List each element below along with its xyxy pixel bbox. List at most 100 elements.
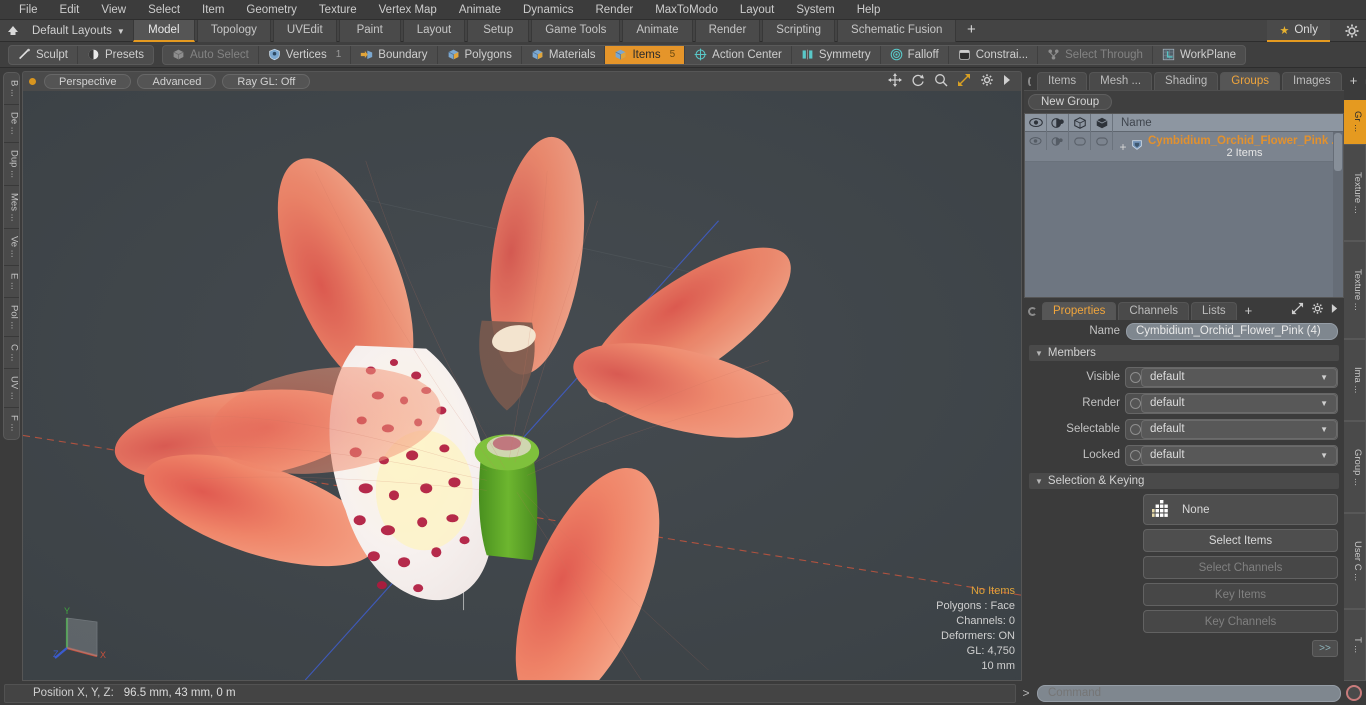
member-dropdown-render[interactable]: default ▼ <box>1125 392 1338 414</box>
new-group-button[interactable]: New Group <box>1028 94 1113 110</box>
expand-more-button[interactable]: >> <box>1312 640 1338 657</box>
button-select-items[interactable]: Select Items <box>1143 529 1338 552</box>
tab-shading[interactable]: Shading <box>1154 72 1219 90</box>
raygl-selector[interactable]: Ray GL: Off <box>222 74 311 89</box>
play-arrow-icon[interactable] <box>1331 303 1338 317</box>
panel-menu-icon[interactable] <box>1028 77 1032 86</box>
left-rail-tab-8[interactable]: UV ... <box>3 369 19 409</box>
tool-button-workplane[interactable]: WorkPlane <box>1153 46 1245 64</box>
tab-channels[interactable]: Channels <box>1118 302 1190 320</box>
row-visibility-toggle[interactable] <box>1025 132 1047 150</box>
menu-item-layout[interactable]: Layout <box>729 0 786 20</box>
left-rail-tab-5[interactable]: E ... <box>3 266 19 298</box>
zoom-icon[interactable] <box>934 73 948 90</box>
left-rail-tab-6[interactable]: Pol ... <box>3 298 19 337</box>
command-input[interactable] <box>1037 684 1341 702</box>
scrollbar-thumb[interactable] <box>1334 133 1342 171</box>
row-render-toggle[interactable] <box>1047 132 1069 150</box>
menu-item-system[interactable]: System <box>785 0 845 20</box>
left-rail-tab-9[interactable]: F ... <box>4 408 19 438</box>
group-row-content[interactable]: + Cymbidium_Orchid_Flower_Pink ... 2 Ite… <box>1113 132 1343 161</box>
left-rail-tab-2[interactable]: Dup ... <box>3 143 19 186</box>
selection-set-button[interactable]: None <box>1143 494 1338 525</box>
shading-mode-selector[interactable]: Advanced <box>137 74 217 89</box>
member-dropdown-value[interactable]: default ▼ <box>1141 419 1337 439</box>
record-icon[interactable] <box>1346 685 1362 701</box>
layout-tab-animate[interactable]: Animate <box>622 19 693 42</box>
layout-tab-paint[interactable]: Paint <box>338 19 401 42</box>
member-radio-icon[interactable] <box>1130 371 1141 383</box>
menu-item-dynamics[interactable]: Dynamics <box>512 0 584 20</box>
tool-button-select-through[interactable]: Select Through <box>1038 45 1153 64</box>
layout-tab-schematic-fusion[interactable]: Schematic Fusion <box>837 19 957 42</box>
left-rail-tab-1[interactable]: De ... <box>3 105 19 143</box>
layout-tab-game-tools[interactable]: Game Tools <box>531 19 621 42</box>
menu-item-item[interactable]: Item <box>191 0 235 20</box>
gear-icon[interactable] <box>1311 302 1324 318</box>
member-dropdown-value[interactable]: default ▼ <box>1141 445 1337 465</box>
right-rail-tab-5[interactable]: User C ... <box>1344 513 1366 610</box>
tool-button-sculpt[interactable]: Sculpt <box>9 45 78 64</box>
view-mode-selector[interactable]: Perspective <box>44 74 132 89</box>
menu-item-help[interactable]: Help <box>846 0 892 20</box>
member-radio-icon[interactable] <box>1130 397 1141 409</box>
home-icon[interactable] <box>0 24 26 38</box>
menu-item-geometry[interactable]: Geometry <box>235 0 308 20</box>
right-rail-tab-2[interactable]: Texture ... <box>1344 241 1366 339</box>
add-tab-button[interactable]: + <box>1344 72 1364 90</box>
right-rail-tab-6[interactable]: T ... <box>1344 609 1366 681</box>
member-dropdown-value[interactable]: default ▼ <box>1141 367 1337 387</box>
layout-tab-setup[interactable]: Setup <box>467 19 530 42</box>
tab-lists[interactable]: Lists <box>1191 302 1237 320</box>
tab-groups[interactable]: Groups <box>1220 72 1280 90</box>
menu-item-select[interactable]: Select <box>137 0 191 20</box>
layout-tab-layout[interactable]: Layout <box>402 19 466 42</box>
menu-item-texture[interactable]: Texture <box>308 0 368 20</box>
member-dropdown-visible[interactable]: default ▼ <box>1125 366 1338 388</box>
left-rail-tab-3[interactable]: Mes ... <box>3 186 19 230</box>
menu-item-file[interactable]: File <box>8 0 49 20</box>
right-rail-tab-1[interactable]: Texture ... <box>1344 144 1366 242</box>
member-radio-icon[interactable] <box>1130 423 1141 435</box>
members-section-header[interactable]: ▼ Members <box>1029 345 1339 361</box>
tool-button-vertices[interactable]: Vertices 1 <box>259 45 352 64</box>
tool-button-boundary[interactable]: Boundary <box>351 45 438 64</box>
tool-button-constrai[interactable]: Constrai... <box>949 45 1039 64</box>
tool-button-action-center[interactable]: Action Center <box>685 45 792 64</box>
left-rail-tab-4[interactable]: Ve ... <box>3 229 19 266</box>
tab-items[interactable]: Items <box>1037 72 1088 90</box>
right-rail-tab-4[interactable]: Group ... <box>1344 420 1366 514</box>
panel-menu-icon[interactable] <box>1028 307 1037 316</box>
rotate-icon[interactable] <box>911 73 925 90</box>
group-list[interactable]: Name + Cymbidium_Orchid_Flower_Pink ... … <box>1024 113 1344 298</box>
3d-viewport[interactable]: Y X Z No Items Polygons : Face Channels:… <box>22 91 1022 681</box>
play-arrow-icon[interactable] <box>1003 74 1011 89</box>
name-input[interactable]: Cymbidium_Orchid_Flower_Pink (4) <box>1126 322 1338 340</box>
layout-tab-model[interactable]: Model <box>132 19 195 42</box>
tool-button-falloff[interactable]: Falloff <box>881 45 949 64</box>
layout-tab-scripting[interactable]: Scripting <box>762 19 836 42</box>
layout-tab-topology[interactable]: Topology <box>196 19 271 42</box>
member-dropdown-value[interactable]: default ▼ <box>1141 393 1337 413</box>
member-radio-icon[interactable] <box>1130 449 1141 461</box>
menu-item-maxtomodo[interactable]: MaxToModo <box>644 0 729 20</box>
menu-item-view[interactable]: View <box>90 0 137 20</box>
right-rail-tab-0[interactable]: Gr ... <box>1344 100 1366 144</box>
layout-selector[interactable]: Default Layouts ▼ <box>26 25 125 37</box>
gear-icon[interactable] <box>1344 23 1360 39</box>
tab-properties[interactable]: Properties <box>1042 302 1117 320</box>
menu-item-animate[interactable]: Animate <box>448 0 512 20</box>
viewport-menu-dot-icon[interactable] <box>29 78 36 85</box>
layout-tab-uvedit[interactable]: UVEdit <box>272 19 337 42</box>
move-icon[interactable] <box>888 73 902 90</box>
expand-panel-icon[interactable] <box>1291 302 1304 318</box>
add-layout-tab-button[interactable]: + <box>958 20 984 42</box>
member-dropdown-locked[interactable]: default ▼ <box>1125 444 1338 466</box>
menu-item-vertex-map[interactable]: Vertex Map <box>368 0 448 20</box>
right-rail-tab-3[interactable]: Ima ... <box>1344 338 1366 421</box>
row-wireframe-toggle[interactable] <box>1069 132 1091 150</box>
gear-icon[interactable] <box>980 73 994 90</box>
menu-item-render[interactable]: Render <box>584 0 644 20</box>
left-rail-tab-7[interactable]: C ... <box>3 337 19 370</box>
tool-button-items[interactable]: Items 5 <box>605 45 686 64</box>
